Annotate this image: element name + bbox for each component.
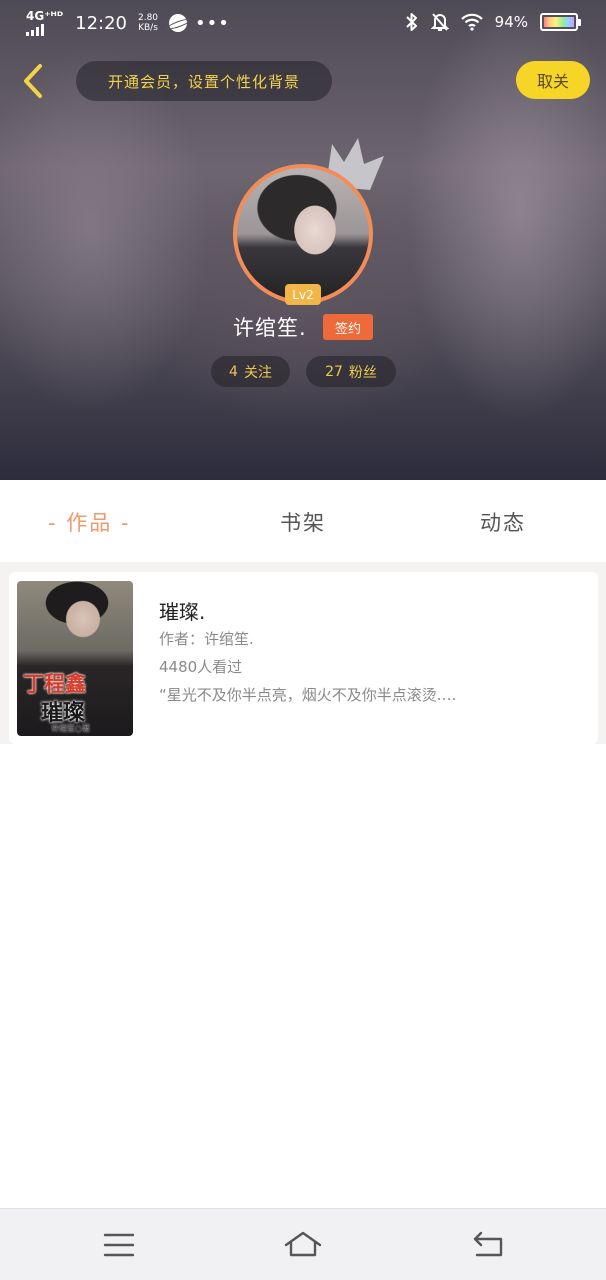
back-button[interactable] [18, 62, 48, 100]
work-author: 作者：许绾笙. [159, 630, 254, 648]
battery-percent: 94% [494, 13, 528, 31]
more-notifications-icon: ••• [195, 12, 230, 34]
fans-label: 粉丝 [348, 364, 377, 381]
return-icon [473, 1231, 503, 1257]
work-view-count: 4480人看过 [159, 658, 243, 676]
system-back-button[interactable] [467, 1227, 507, 1263]
status-bar: 4G⁺ᴴᴰ 12:20 2.80 KB/s ••• 94% [0, 0, 606, 46]
menu-icon [103, 1233, 135, 1257]
profile-header-background: 4G⁺ᴴᴰ 12:20 2.80 KB/s ••• 94% 开通会员，设置个性化… [0, 0, 606, 480]
wifi-icon [460, 13, 483, 31]
work-title[interactable]: 璀璨. [159, 596, 205, 625]
avatar[interactable] [233, 164, 373, 304]
status-bar-left: 4G⁺ᴴᴰ 12:20 2.80 KB/s ••• [26, 10, 230, 36]
unfollow-button[interactable]: 取关 [516, 61, 590, 99]
fans-count: 27 [325, 363, 343, 380]
tab-activity[interactable]: 动态 [480, 507, 526, 537]
system-navigation-bar [0, 1208, 606, 1280]
network-type-label: 4G⁺ᴴᴰ [26, 9, 64, 23]
app-notification-icon [169, 14, 188, 32]
following-count: 4 [229, 363, 238, 380]
avatar-container[interactable] [233, 164, 373, 304]
fans-count-button[interactable]: 27 粉丝 [306, 356, 396, 387]
work-excerpt: “星光不及你半点亮，烟火不及你半点滚烫.… [159, 686, 457, 704]
book-cover[interactable]: 丁程鑫 璀璨 许绾笙○著 [17, 581, 133, 736]
tab-works[interactable]: - 作品 - [48, 507, 131, 537]
chevron-left-icon [24, 64, 42, 98]
signed-author-badge: 签约 [323, 314, 373, 340]
bell-off-icon [430, 13, 449, 31]
level-badge: Lv2 [285, 284, 321, 305]
network-speed-unit: KB/s [138, 23, 158, 33]
following-label: 关注 [243, 364, 272, 381]
user-profile-page: 4G⁺ᴴᴰ 12:20 2.80 KB/s ••• 94% 开通会员，设置个性化… [0, 0, 606, 1280]
user-name: 许绾笙. [233, 316, 307, 340]
following-count-button[interactable]: 4 关注 [211, 356, 290, 387]
book-cover-title: 丁程鑫 [23, 671, 86, 696]
bluetooth-icon [405, 13, 417, 31]
network-speed-value: 2.80 [137, 13, 159, 23]
status-bar-right: 94% [405, 12, 581, 32]
book-cover-author: 许绾笙○著 [51, 724, 90, 733]
signal-icon [26, 24, 63, 36]
tab-bookshelf[interactable]: 书架 [280, 507, 326, 537]
status-time: 12:20 [75, 12, 128, 34]
system-home-button[interactable] [283, 1227, 323, 1263]
profile-tabs: - 作品 - 书架 动态 [0, 480, 606, 562]
work-card[interactable]: 丁程鑫 璀璨 许绾笙○著 璀璨. 作者：许绾笙. 4480人看过 “星光不及你半… [9, 572, 598, 744]
system-menu-button[interactable] [99, 1227, 139, 1263]
vip-background-banner[interactable]: 开通会员，设置个性化背景 [76, 61, 332, 101]
battery-icon [540, 13, 581, 31]
network-indicator: 4G⁺ᴴᴰ [26, 10, 63, 36]
network-speed: 2.80 KB/s [135, 13, 161, 33]
home-icon [284, 1231, 322, 1257]
